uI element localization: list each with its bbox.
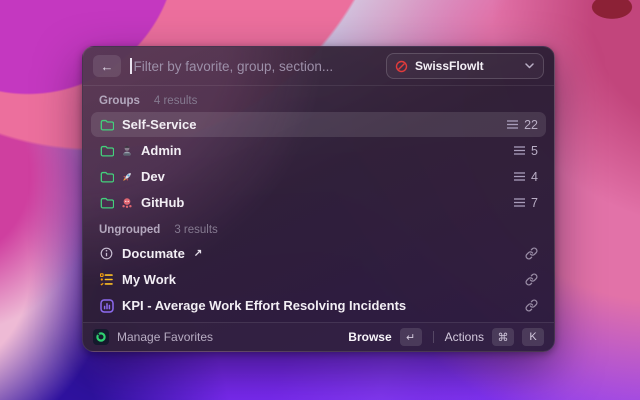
- list-lines-icon: [514, 172, 526, 181]
- list-item-label: KPI - Average Work Effort Resolving Inci…: [122, 298, 407, 313]
- link-icon: [525, 273, 538, 286]
- info-icon: [99, 247, 114, 260]
- folder-icon: [99, 119, 114, 131]
- footer-divider: [432, 331, 434, 343]
- item-count: 4: [531, 169, 538, 184]
- item-trailing: [525, 299, 538, 312]
- manage-favorites-label[interactable]: Manage Favorites: [117, 330, 213, 344]
- list-item-label: My Work: [122, 272, 176, 287]
- list-item-self-service[interactable]: Self-Service 22: [91, 112, 546, 137]
- search-input[interactable]: [131, 58, 377, 74]
- search-input-wrap: [130, 58, 377, 74]
- item-count: 22: [524, 117, 538, 132]
- back-button[interactable]: ←: [93, 55, 121, 77]
- scope-label: SwissFlowIt: [415, 59, 484, 73]
- section-header-groups: Groups 4 results: [91, 87, 546, 112]
- list-item-dev[interactable]: Dev 4: [91, 164, 546, 189]
- return-key[interactable]: ↵: [399, 328, 422, 346]
- folder-icon: [99, 197, 114, 209]
- bar-chart-icon: [99, 298, 114, 313]
- item-trailing: 7: [514, 196, 538, 210]
- list-item-kpi[interactable]: KPI - Average Work Effort Resolving Inci…: [91, 293, 546, 318]
- section-results-count: 3 results: [174, 224, 218, 236]
- link-icon: [525, 247, 538, 260]
- item-trailing: [525, 273, 538, 286]
- list-item-label: Self-Service: [122, 117, 197, 132]
- external-link-arrow: ↗: [193, 248, 203, 259]
- swissflowit-logo-icon: [395, 60, 408, 73]
- scope-dropdown[interactable]: SwissFlowIt: [386, 53, 544, 79]
- octopus-emoji-icon: [120, 197, 133, 209]
- item-trailing: 5: [514, 144, 538, 158]
- section-title: Groups: [99, 95, 140, 107]
- section-header-ungrouped: Ungrouped 3 results: [91, 216, 546, 241]
- section-results-count: 4 results: [153, 95, 198, 107]
- list-item-label: GitHub: [141, 195, 185, 210]
- results-list: Groups 4 results Self-Service 22 Admin 5…: [83, 86, 554, 318]
- k-key[interactable]: K: [522, 328, 544, 346]
- command-key[interactable]: ⌘: [492, 328, 514, 346]
- task-list-icon: [99, 273, 114, 286]
- item-trailing: 4: [514, 170, 538, 184]
- item-count: 5: [531, 143, 538, 158]
- list-item-my-work[interactable]: My Work: [91, 267, 546, 292]
- list-item-github[interactable]: GitHub 7: [91, 190, 546, 215]
- search-header: ← SwissFlowIt: [83, 47, 554, 86]
- list-lines-icon: [514, 198, 526, 207]
- list-item-documate[interactable]: Documate ↗: [91, 241, 546, 266]
- status-bar: Manage Favorites Browse ↵ Actions ⌘ K: [83, 322, 554, 351]
- actions-menu[interactable]: Actions: [445, 330, 484, 344]
- list-lines-icon: [507, 120, 519, 129]
- folder-icon: [99, 171, 114, 183]
- list-item-label: Admin: [141, 143, 182, 158]
- link-icon: [525, 299, 538, 312]
- rocket-emoji-icon: [120, 171, 133, 183]
- browse-action[interactable]: Browse: [348, 330, 391, 344]
- list-item-label: Dev: [141, 169, 165, 184]
- item-count: 7: [531, 195, 538, 210]
- section-title: Ungrouped: [99, 224, 161, 236]
- list-item-label: Documate: [122, 246, 185, 261]
- list-lines-icon: [514, 146, 526, 155]
- technologist-emoji-icon: [120, 145, 133, 157]
- list-item-admin[interactable]: Admin 5: [91, 138, 546, 163]
- app-icon: [93, 329, 109, 345]
- folder-icon: [99, 145, 114, 157]
- chevron-down-icon: [525, 63, 534, 69]
- back-arrow-icon: ←: [100, 58, 114, 74]
- item-trailing: 22: [507, 118, 538, 132]
- command-palette-window: ← SwissFlowIt Groups 4 results: [82, 46, 555, 352]
- item-trailing: [525, 247, 538, 260]
